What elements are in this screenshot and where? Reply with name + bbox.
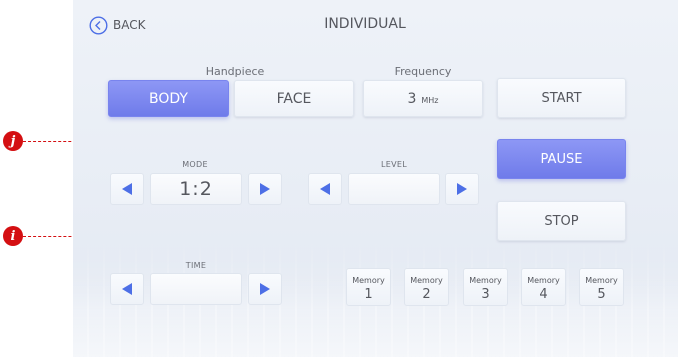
annotation-marker-i: i [3,226,23,246]
time-decrease-button[interactable] [110,273,144,305]
level-label: LEVEL [381,160,407,169]
level-decrease-button[interactable] [308,173,342,205]
back-label: BACK [113,18,146,32]
back-button[interactable]: BACK [89,14,145,36]
handpiece-face-button[interactable]: FACE [234,80,354,117]
handpiece-label: Handpiece [205,65,265,78]
arrow-left-icon [122,283,132,295]
memory-slot-4[interactable]: Memory 4 [521,268,566,306]
mode-decrease-button[interactable] [110,173,144,205]
mode-increase-button[interactable] [248,173,282,205]
time-label: TIME [185,261,207,270]
mode-display: 1:2 [150,173,242,205]
arrow-left-icon [320,183,330,195]
frequency-value: 3 [407,90,417,107]
time-increase-button[interactable] [248,273,282,305]
frequency-display[interactable]: 3 MHz [363,80,483,117]
level-increase-button[interactable] [445,173,479,205]
arrow-right-icon [457,183,467,195]
handpiece-body-button[interactable]: BODY [108,80,229,117]
start-button[interactable]: START [497,78,626,118]
frequency-label: Frequency [394,65,452,78]
arrow-right-icon [260,283,270,295]
arrow-left-icon [122,183,132,195]
annotation-marker-j: j [3,131,23,151]
memory-slot-1[interactable]: Memory 1 [346,268,391,306]
memory-slot-2[interactable]: Memory 2 [404,268,449,306]
back-circle-icon [89,15,108,35]
memory-slot-3[interactable]: Memory 3 [463,268,508,306]
frequency-unit: MHz [421,95,439,105]
arrow-right-icon [260,183,270,195]
page-title: INDIVIDUAL [324,16,406,32]
level-display [348,173,440,205]
pause-button[interactable]: PAUSE [497,139,626,179]
memory-slot-5[interactable]: Memory 5 [579,268,624,306]
mode-label: MODE [182,160,208,169]
stop-button[interactable]: STOP [497,201,626,241]
time-display [150,273,242,305]
